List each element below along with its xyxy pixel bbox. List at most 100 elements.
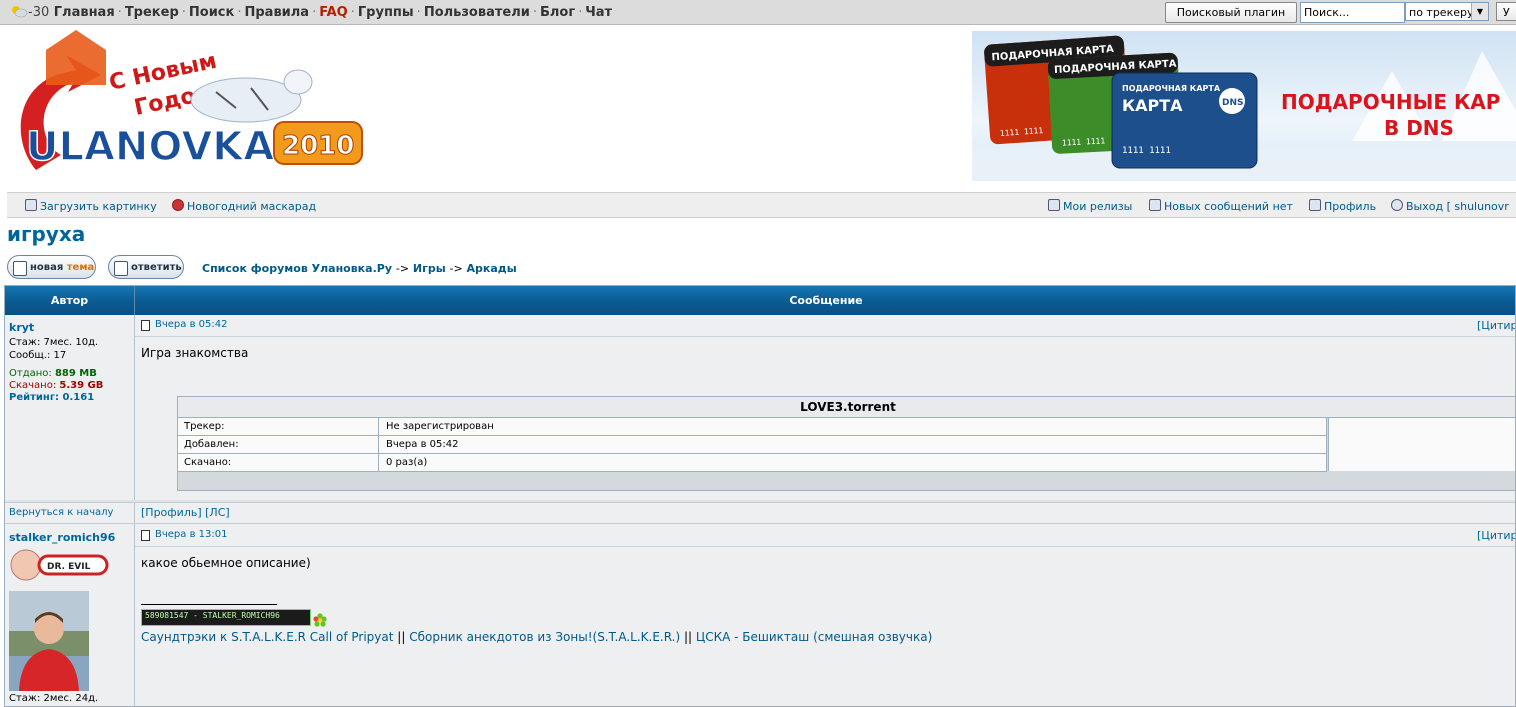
post-2-stazh: Стаж: 2мес. 24д. — [9, 693, 99, 704]
post-1-footer: Вернуться к началу [Профиль] [ЛС] — [5, 502, 1515, 524]
posts-table: Автор Сообщение kryt Стаж: 7мес. 10д. Со… — [4, 285, 1516, 707]
nav-search[interactable]: Поиск — [189, 5, 234, 20]
nav-rules[interactable]: Правила — [244, 5, 309, 20]
search-plugin-button[interactable]: Поисковый плагин — [1165, 2, 1297, 23]
torrent-row-key: Скачано: — [178, 454, 379, 471]
post-1-post-count: Сообщ.: 17 — [9, 350, 67, 361]
torrent-row-key: Добавлен: — [178, 436, 379, 453]
user-bar: Загрузить картинку Новогодний маскарад М… — [7, 192, 1516, 218]
post-1-header: Вчера в 05:42 [Цитир — [135, 315, 1515, 337]
uploaded-value: 889 MB — [54, 368, 97, 379]
nav-blog[interactable]: Блог — [540, 5, 575, 20]
new-messages-label: Новых сообщений нет — [1164, 200, 1293, 213]
dr-evil-badge-graphic: DR. EVIL — [10, 549, 109, 581]
signature-userbar[interactable]: 589081547 - STALKER_ROMICH96 — [141, 609, 311, 626]
post-1-rating: Рейтинг: 0.161 — [9, 392, 94, 403]
profile-link[interactable]: Профиль — [1309, 199, 1376, 213]
topic-title[interactable]: игруха — [7, 222, 85, 246]
torrent-info-table: LOVE3.torrent Трекер: Не зарегистрирован … — [177, 396, 1515, 491]
upload-image-link[interactable]: Загрузить картинку — [25, 199, 157, 213]
weather-temp: -30 — [28, 5, 50, 20]
masquerade-link[interactable]: Новогодний маскарад — [172, 199, 316, 213]
post-1-text: Игра знакомства — [141, 346, 249, 360]
post-1-date[interactable]: Вчера в 05:42 — [155, 319, 227, 330]
ad-banner[interactable]: ПОДАРОЧНАЯ КАРТА 1111 1111 ПОДАРОЧНАЯ КА… — [972, 31, 1516, 181]
sig-link-cska[interactable]: ЦСКА - Бешикташ (смешная озвучка) — [696, 630, 932, 644]
sig-separator: || — [397, 630, 406, 644]
post-2-text: какое обьемное описание) — [141, 556, 311, 570]
icq-flower-icon[interactable] — [313, 613, 327, 627]
post-1-quote-button[interactable]: [Цитир — [1477, 319, 1515, 332]
my-releases-link[interactable]: Мои релизы — [1048, 199, 1132, 213]
nav-faq[interactable]: FAQ — [319, 5, 348, 20]
dr-evil-badge: DR. EVIL — [9, 548, 109, 582]
new-topic-label: новая — [30, 262, 64, 273]
avatar-photo-graphic — [9, 591, 89, 691]
rating-value: 0.161 — [62, 392, 95, 403]
nav-users[interactable]: Пользователи — [424, 5, 530, 20]
post-1-profile-pm-links[interactable]: [Профиль] [ЛС] — [141, 506, 230, 519]
my-releases-label: Мои релизы — [1063, 200, 1133, 213]
mail-icon — [1149, 199, 1161, 211]
logout-link[interactable]: Выход [ shulunovr — [1391, 199, 1509, 213]
post-2-header: Вчера в 13:01 [Цитир — [135, 525, 1515, 547]
sig-link-soundtracks[interactable]: Саундтрэки к S.T.A.L.K.E.R Call of Pripy… — [141, 630, 393, 644]
badge-text: DR. EVIL — [47, 562, 91, 572]
sig-separator: || — [683, 630, 693, 644]
reply-button[interactable]: ответить — [108, 255, 184, 279]
sig-link-jokes[interactable]: Сборник анекдотов из Зоны!(S.T.A.L.K.E.R… — [409, 630, 680, 644]
reply-icon — [114, 261, 128, 276]
post-1-author[interactable]: kryt — [9, 321, 34, 334]
nav-home[interactable]: Главная — [54, 5, 115, 20]
breadcrumb-sep: -> — [449, 262, 463, 275]
logout-icon — [1391, 199, 1403, 211]
torrent-row: Скачано: 0 раз(а) — [178, 454, 1327, 472]
banner-card-3-label: ПОДАРОЧНАЯ КАРТА — [1122, 84, 1221, 93]
top-nav: -30 Главная · Трекер · Поиск · Правила · FAQ · Гру… — [10, 4, 612, 20]
breadcrumb-forums[interactable]: Список форумов Улановка.Ру — [202, 262, 392, 275]
rating-label: Рейтинг: — [9, 392, 60, 403]
nav-chat[interactable]: Чат — [585, 5, 612, 20]
chevron-down-icon: ▼ — [1471, 3, 1488, 20]
torrent-name[interactable]: LOVE3.torrent — [178, 397, 1515, 418]
torrent-row-value: Вчера в 05:42 — [380, 436, 1327, 453]
post-icon — [141, 530, 150, 541]
new-messages-link[interactable]: Новых сообщений нет — [1149, 199, 1293, 213]
breadcrumb-sep: -> — [395, 262, 410, 275]
search-go-button[interactable]: У — [1496, 2, 1516, 21]
back-to-top-link[interactable]: Вернуться к началу — [9, 507, 113, 518]
table-header: Автор Сообщение — [5, 286, 1515, 315]
profile-icon — [1309, 199, 1321, 211]
post-icon — [141, 320, 150, 331]
banner-brand-logo: DNS — [1222, 98, 1244, 108]
logout-label: Выход [ shulunovr — [1406, 200, 1509, 213]
masquerade-label: Новогодний маскарад — [187, 200, 317, 213]
post-2-body-cell — [135, 524, 1515, 706]
site-logo[interactable]: С Новым Годом! ULANOVKA 2010 — [6, 30, 366, 180]
banner-card-3-number: 1111 1111 — [1122, 146, 1171, 156]
userbar-text: 589081547 - STALKER_ROMICH96 — [145, 611, 280, 620]
star-icon — [1048, 199, 1060, 211]
new-topic-button[interactable]: новая тема — [7, 255, 96, 279]
profile-label: Профиль — [1324, 200, 1377, 213]
banner-headline-2: В DNS — [1384, 116, 1454, 140]
post-1-stazh: Стаж: 7мес. 10д. — [9, 337, 99, 348]
search-scope-select[interactable]: по трекеру ▼ — [1405, 2, 1489, 21]
header-author: Автор — [5, 286, 135, 315]
downloaded-value: 5.39 GB — [59, 380, 104, 391]
post-2-date[interactable]: Вчера в 13:01 — [155, 529, 227, 540]
search-scope-value: по трекеру — [1409, 6, 1474, 19]
banner-card-3-title: КАРТА — [1122, 96, 1183, 115]
new-topic-label-accent: тема — [66, 262, 95, 273]
nav-groups[interactable]: Группы — [358, 5, 414, 20]
breadcrumb-games[interactable]: Игры — [413, 262, 446, 275]
breadcrumb-arcades[interactable]: Аркады — [467, 262, 517, 275]
torrent-row: Трекер: Не зарегистрирован — [178, 418, 1327, 436]
post-1-uploaded: Отдано: 889 MB — [9, 368, 97, 379]
torrent-row-key: Трекер: — [178, 418, 379, 435]
post-2-quote-button[interactable]: [Цитир — [1477, 529, 1515, 542]
search-input[interactable] — [1300, 2, 1405, 23]
banner-headline-1: ПОДАРОЧНЫЕ КАР — [1281, 90, 1500, 114]
nav-tracker[interactable]: Трекер — [125, 5, 179, 20]
post-2-author[interactable]: stalker_romich96 — [9, 531, 115, 544]
